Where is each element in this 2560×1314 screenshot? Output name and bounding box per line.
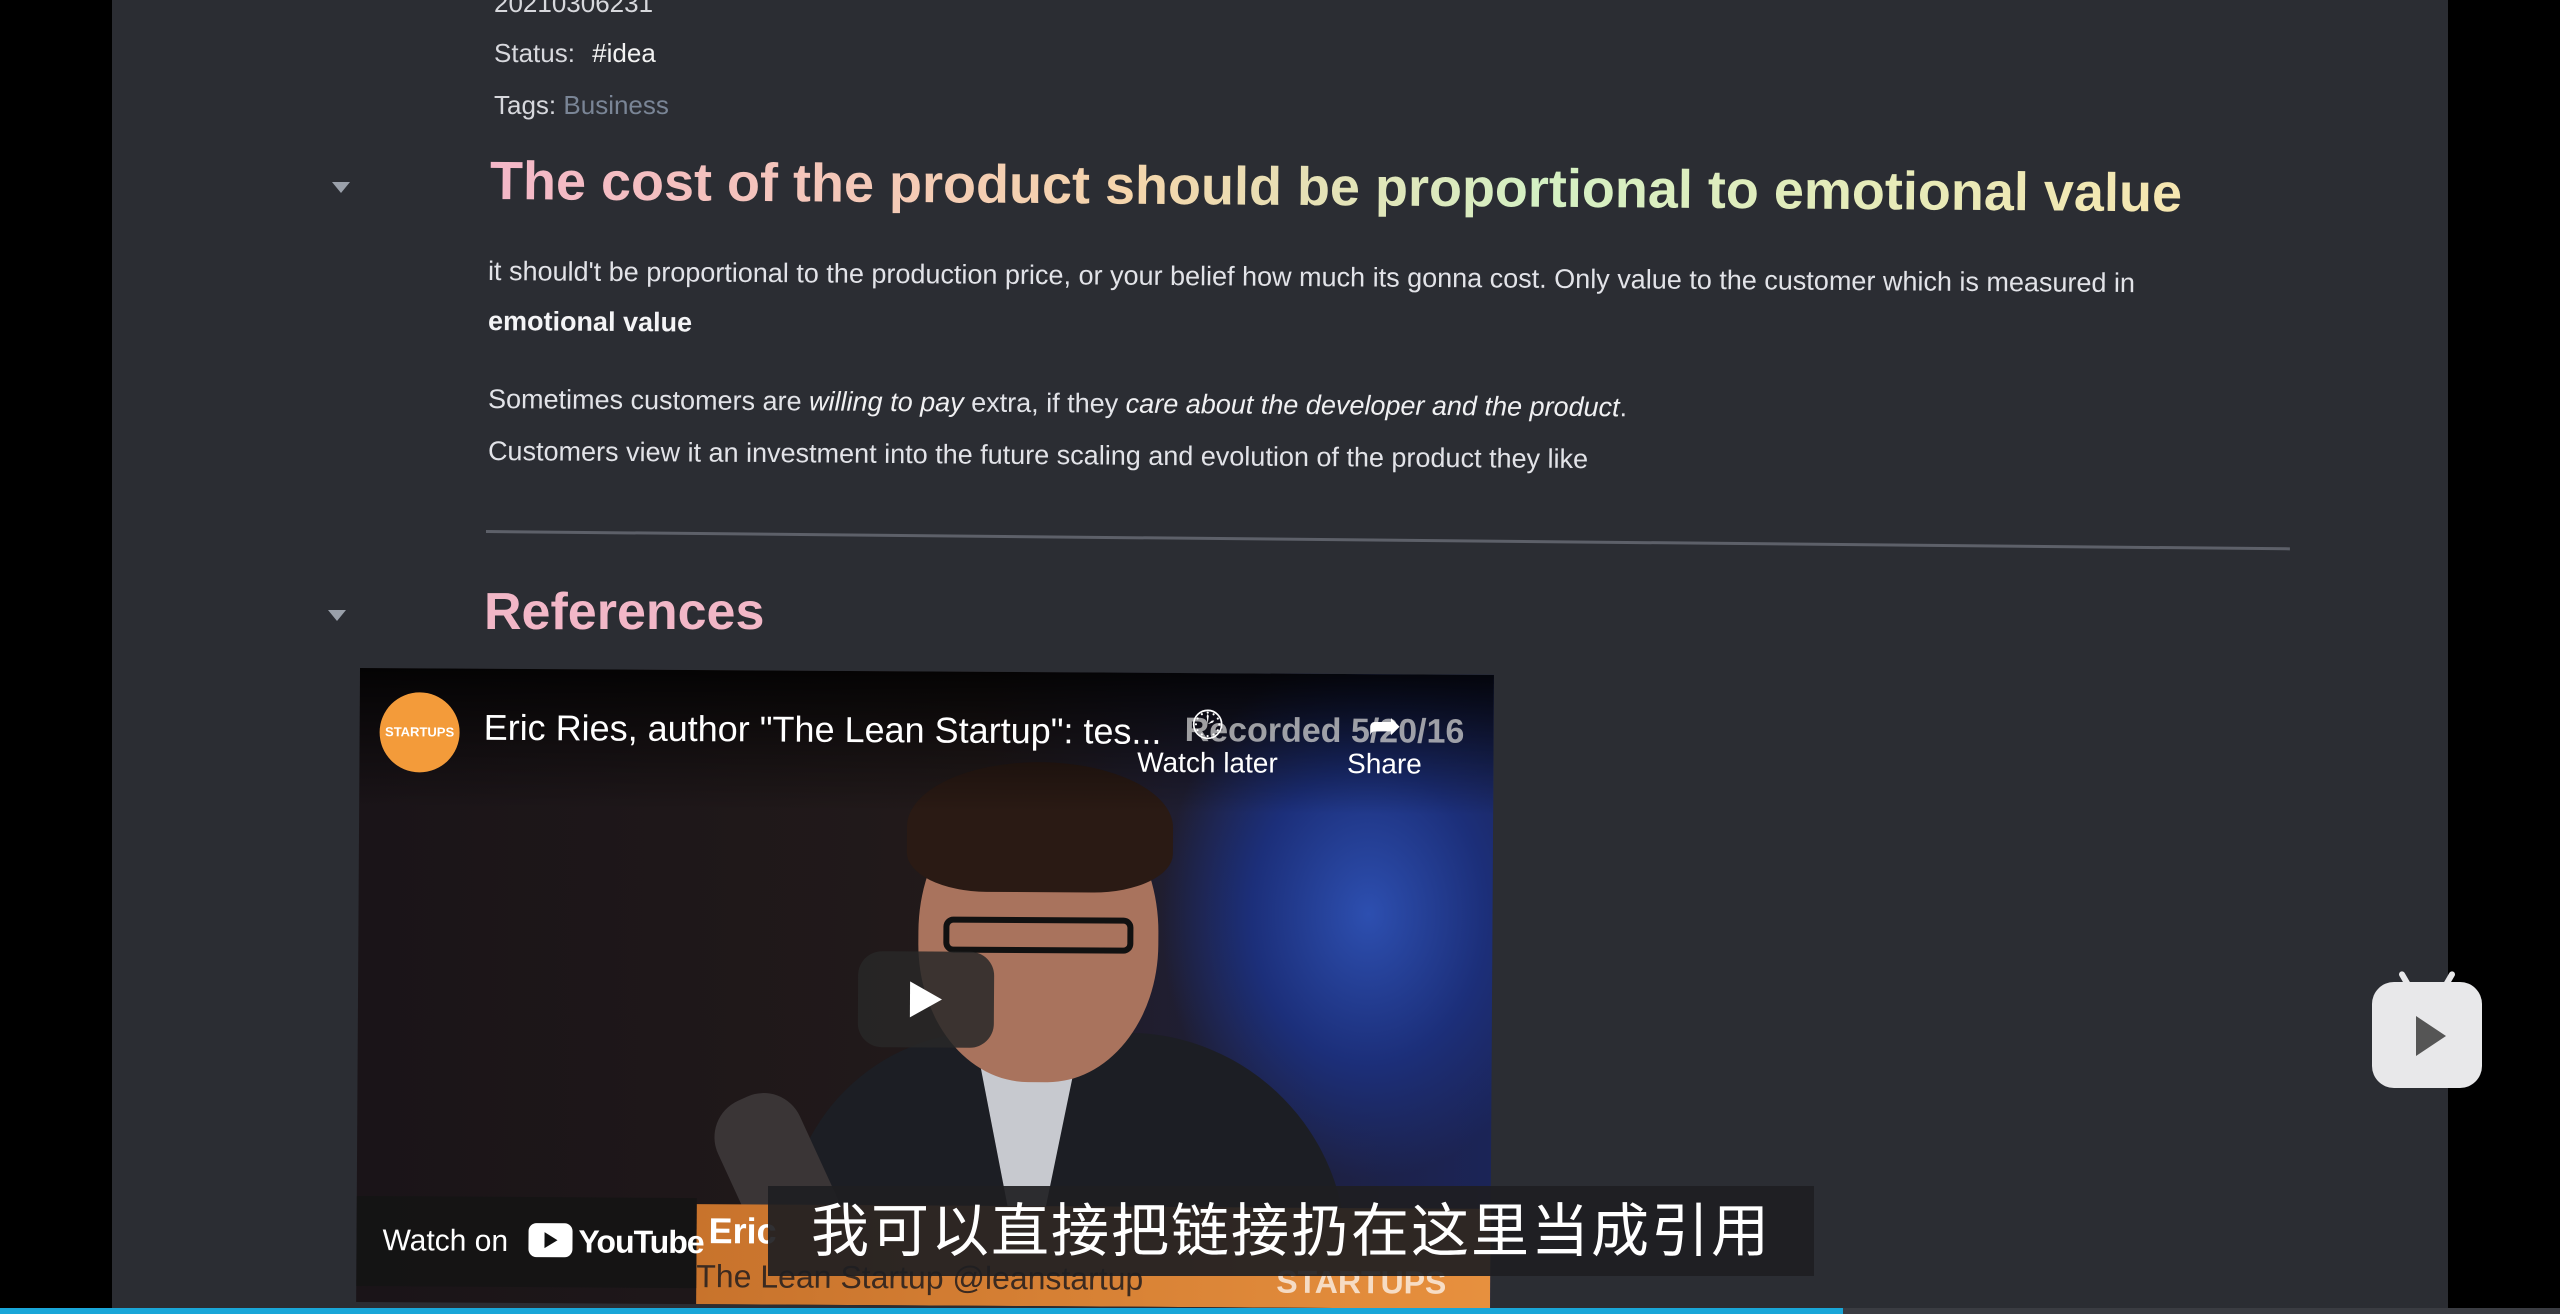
status-line: Status: #idea [494, 38, 656, 69]
share-arrow-icon: ➦ [1367, 704, 1402, 749]
paragraph-1-continued: emotional value [488, 306, 692, 338]
play-icon [909, 981, 943, 1018]
video-subtitle: 我可以直接把链接扔在这里当成引用 [768, 1186, 1814, 1276]
watch-later-label: Watch later [1137, 746, 1278, 779]
bilibili-tv-icon [2372, 970, 2482, 1088]
paragraph-2: Sometimes customers are willing to pay e… [488, 384, 1627, 423]
paragraph-2-part-c: . [1619, 392, 1628, 423]
collapse-caret-icon[interactable] [332, 182, 350, 193]
italic-willing-to-pay: willing to pay [808, 386, 964, 418]
references-heading: References [484, 583, 765, 641]
tags-label: Tags: [494, 90, 557, 120]
status-label: Status: [494, 38, 575, 68]
share-label: Share [1346, 748, 1422, 780]
watch-on-youtube-button[interactable]: Watch on YouTube [356, 1195, 704, 1289]
watch-on-label: Watch on [382, 1224, 509, 1258]
lower-third-name: Eric [708, 1210, 777, 1252]
youtube-logo-icon [528, 1223, 573, 1258]
paragraph-1-text: it should't be proportional to the produ… [487, 256, 2136, 299]
watch-later-button[interactable]: 🕑︎ Watch later [1127, 703, 1287, 780]
share-button[interactable]: ➦ Share [1339, 704, 1429, 781]
paragraph-2-part-b: extra, if they [963, 387, 1126, 419]
paragraph-1: it should't be proportional to the produ… [488, 256, 2135, 299]
play-button[interactable] [857, 951, 995, 1048]
channel-avatar[interactable]: STARTUPS [379, 692, 460, 773]
tag-business-link[interactable]: Business [563, 90, 669, 120]
note-id: 20210306231 [494, 0, 654, 18]
horizontal-divider [485, 530, 2290, 551]
paragraph-3: Customers view it an investment into the… [487, 436, 1589, 475]
playback-progress-fill [0, 1308, 1844, 1314]
emphasis-emotional-value: emotional value [487, 306, 693, 338]
tags-line: Tags: Business [494, 90, 669, 121]
note-heading: The cost of the product should be propor… [489, 151, 2183, 224]
italic-care-about-developer: care about the developer and the product [1125, 388, 1620, 423]
paragraph-2-part-a: Sometimes customers are [487, 384, 810, 417]
collapse-caret-icon[interactable] [328, 610, 346, 621]
video-frame-speaker-glasses [943, 916, 1134, 954]
youtube-wordmark: YouTube [578, 1223, 704, 1261]
status-tag[interactable]: #idea [592, 38, 656, 68]
video-title[interactable]: Eric Ries, author "The Lean Startup": te… [484, 707, 1162, 753]
playback-progress-bar[interactable] [0, 1308, 2560, 1314]
clock-icon: 🕑︎ [1191, 703, 1224, 748]
